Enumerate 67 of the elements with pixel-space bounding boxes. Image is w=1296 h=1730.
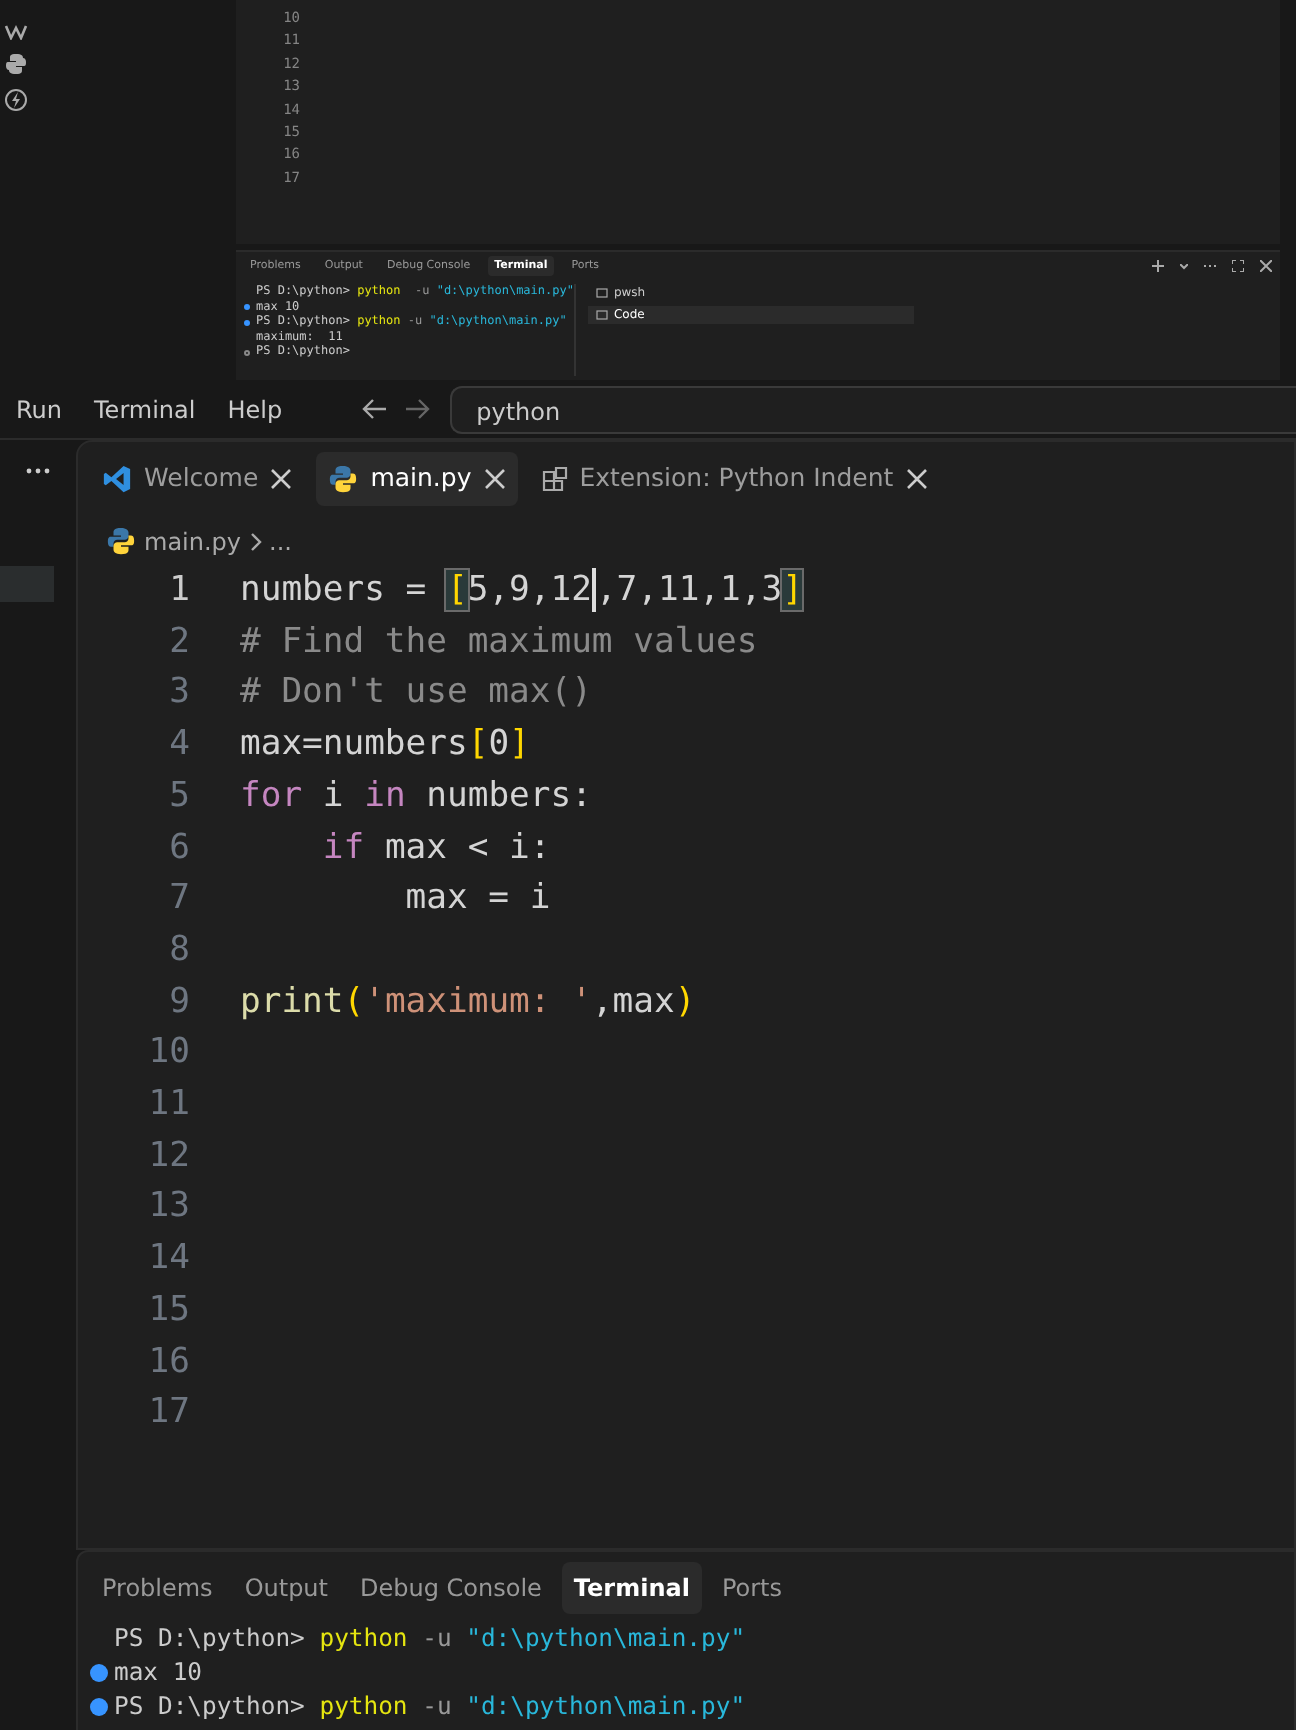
more-icon[interactable]: [26, 468, 50, 474]
back-arrow-icon[interactable]: [362, 398, 389, 420]
line-number: 8: [167, 927, 190, 974]
python-icon: [106, 526, 136, 556]
panel-tab[interactable]: Terminal: [561, 1562, 702, 1614]
line-number: 11: [146, 1082, 190, 1129]
code-line: # Don't use max(): [240, 670, 592, 717]
code-editor-logo-icon: [102, 464, 132, 494]
status-dot: [244, 349, 250, 355]
lightning-icon[interactable]: [4, 88, 28, 112]
chevron-right-icon: [249, 531, 262, 551]
terminal-line: PS D:\python> python -u "d:\python\main.py": [114, 1690, 746, 1724]
close-icon[interactable]: [905, 468, 928, 490]
panel-tab[interactable]: Ports: [709, 1562, 794, 1614]
python-icon[interactable]: [4, 52, 28, 76]
code-line: for i in numbers:: [240, 773, 592, 820]
line-number: 6: [167, 825, 190, 872]
terminal-line: max 10: [114, 1656, 203, 1690]
line-number: 3: [167, 670, 190, 717]
panel-tab[interactable]: Problems: [90, 1562, 225, 1614]
editor-tab[interactable]: Welcome: [90, 452, 305, 506]
code-line: if max < i:: [320, 825, 551, 872]
code-line: print('maximum: ',max): [240, 979, 696, 1026]
line-number: 15: [146, 1287, 190, 1334]
line-number: 17: [146, 1390, 190, 1437]
close-icon[interactable]: [1260, 260, 1272, 273]
line-number: 16: [146, 1339, 190, 1386]
line-number: 1: [167, 568, 190, 614]
menu-item[interactable]: Run: [16, 391, 63, 427]
python-icon: [328, 464, 359, 494]
line-number: 14: [146, 1236, 190, 1283]
text-cursor: [591, 568, 596, 613]
code-line: max=numbers[0]: [240, 722, 530, 769]
status-dot: [90, 1698, 108, 1716]
line-number: 9: [167, 979, 190, 1026]
forward-arrow-icon[interactable]: [404, 398, 431, 420]
breadcrumb-item[interactable]: ...: [269, 523, 292, 559]
line-number: 12: [146, 1133, 190, 1180]
status-dot: [90, 1664, 108, 1682]
maximize-icon[interactable]: [1232, 260, 1244, 273]
plus-icon[interactable]: [1152, 260, 1164, 273]
code-line: # Find the maximum values: [240, 619, 758, 666]
more-icon[interactable]: [1204, 264, 1216, 269]
line-number: 13: [146, 1184, 190, 1231]
line-number: 10: [146, 1030, 190, 1077]
code-line: numbers = [5,9,12,7,11,1,3]: [240, 566, 803, 617]
wave-icon[interactable]: [4, 24, 28, 40]
line-number: 2: [167, 619, 190, 666]
editor-tab[interactable]: Extension: Python Indent: [529, 452, 940, 506]
code-line: max = i: [403, 876, 551, 923]
status-dot: [244, 304, 250, 310]
panel-tab[interactable]: Output: [232, 1562, 340, 1614]
command-center-search[interactable]: python: [450, 385, 1296, 433]
line-number: 4: [167, 722, 190, 769]
chevron-down-icon[interactable]: [1180, 263, 1188, 270]
panel-tab[interactable]: Debug Console: [348, 1562, 554, 1614]
extensions-icon: [541, 466, 568, 492]
editor-tab[interactable]: main.py: [316, 452, 518, 506]
line-number: 7: [167, 876, 190, 923]
breadcrumb-item[interactable]: main.py: [144, 523, 242, 559]
line-number: 5: [167, 773, 190, 820]
terminal-line: PS D:\python> python -u "d:\python\main.py": [114, 1622, 746, 1656]
status-dot: [244, 319, 250, 325]
close-icon[interactable]: [270, 468, 293, 490]
close-icon[interactable]: [483, 468, 506, 490]
menu-item[interactable]: Help: [227, 391, 283, 427]
menu-item[interactable]: Terminal: [94, 391, 196, 427]
